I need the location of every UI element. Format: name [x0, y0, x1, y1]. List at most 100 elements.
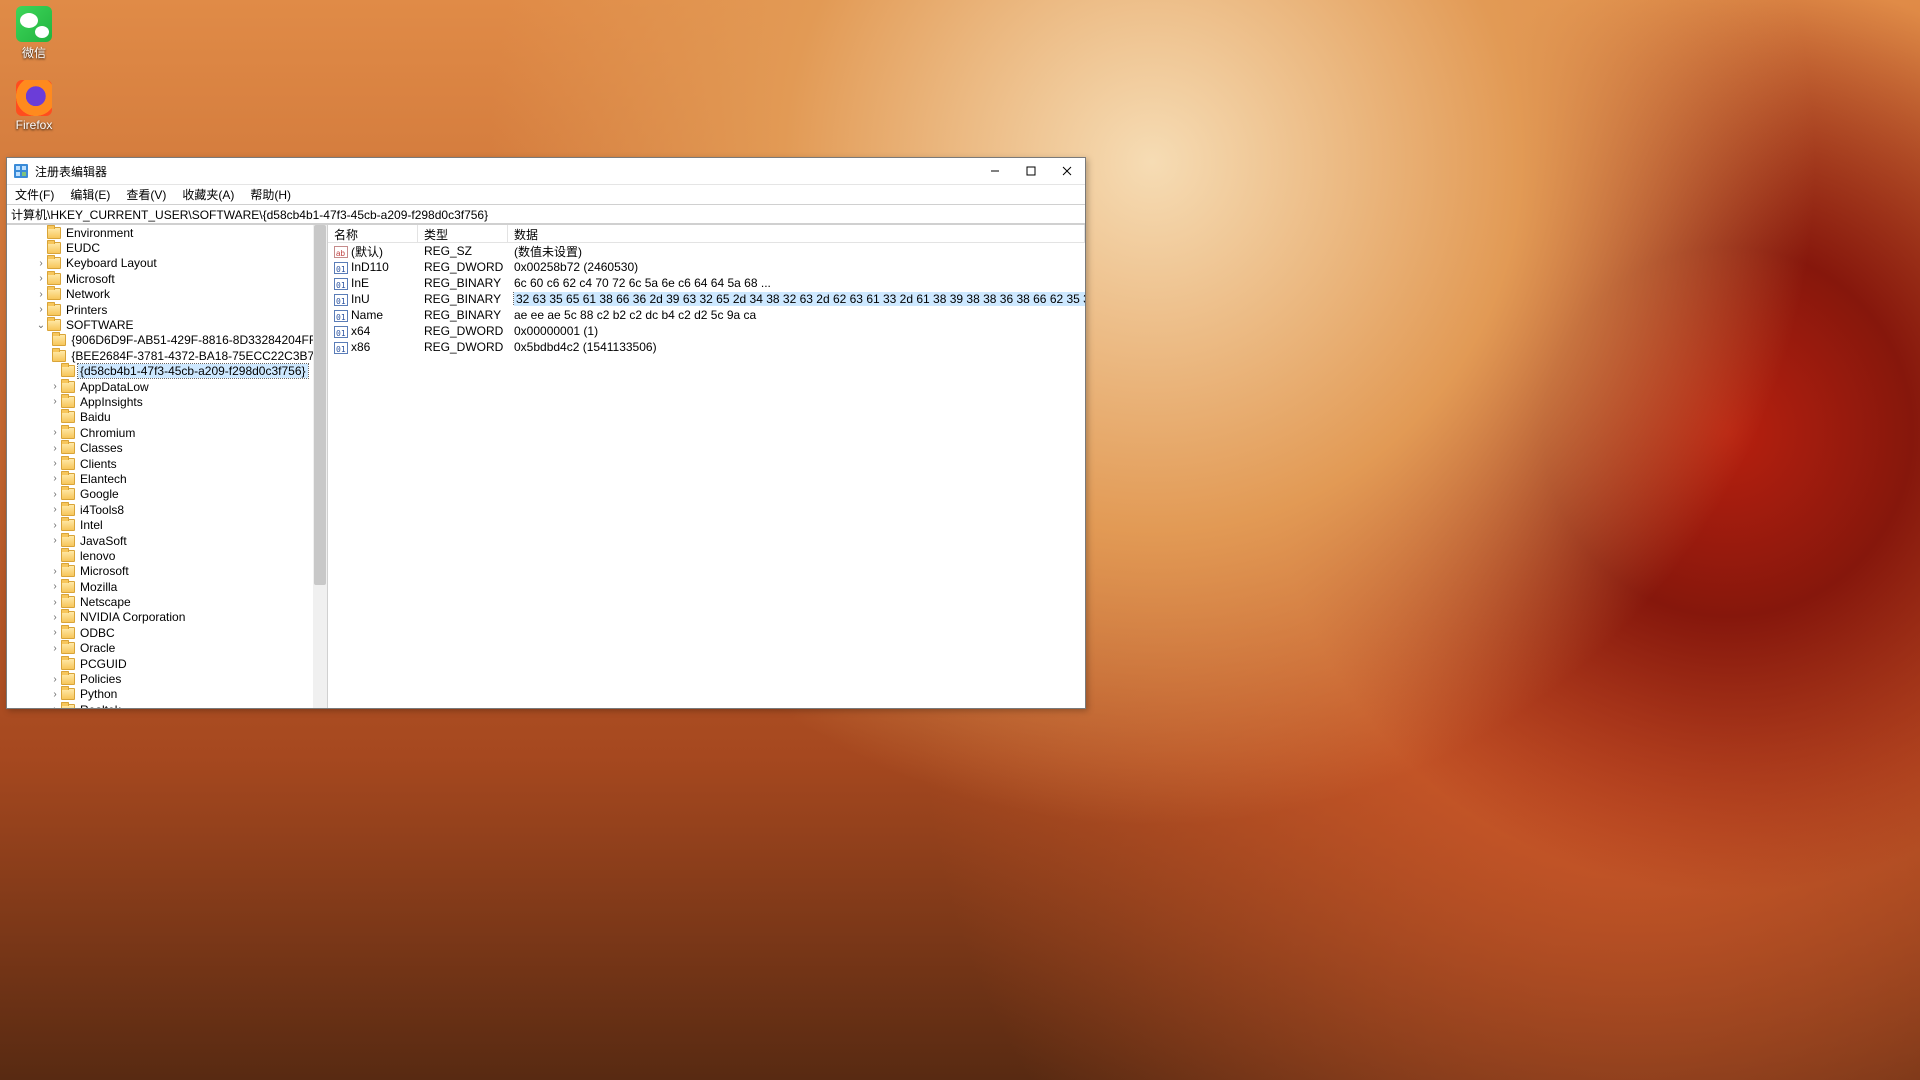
value-row[interactable]: x64REG_DWORD0x00000001 (1)	[328, 323, 1085, 339]
expand-icon[interactable]: ›	[49, 627, 61, 638]
tree-node-label: EUDC	[64, 241, 102, 255]
desktop-icon-wechat[interactable]: 微信	[0, 6, 68, 61]
menu-help[interactable]: 帮助(H)	[248, 186, 293, 203]
tree-node[interactable]: ›JavaSoft	[7, 533, 313, 548]
value-type-cell: REG_BINARY	[418, 308, 508, 322]
tree-node-label: SOFTWARE	[64, 318, 136, 332]
folder-icon	[47, 242, 61, 254]
expand-icon[interactable]: ›	[49, 489, 61, 500]
expand-icon[interactable]: ›	[49, 674, 61, 685]
close-button[interactable]	[1049, 158, 1085, 184]
folder-icon	[61, 611, 75, 623]
menu-favorites[interactable]: 收藏夹(A)	[180, 186, 236, 203]
tree-node[interactable]: ›Clients	[7, 456, 313, 471]
maximize-button[interactable]	[1013, 158, 1049, 184]
expand-icon[interactable]: ›	[49, 396, 61, 407]
tree-node[interactable]: ›Keyboard Layout	[7, 256, 313, 271]
tree-node[interactable]: ›Realtek	[7, 702, 313, 708]
value-name: InE	[351, 276, 369, 290]
tree-node[interactable]: ›Printers	[7, 302, 313, 317]
tree-node[interactable]: ›Baidu	[7, 410, 313, 425]
tree-node[interactable]: › Oracle	[7, 641, 313, 656]
tree-scroll-thumb[interactable]	[314, 225, 326, 585]
tree-node[interactable]: ›Classes	[7, 440, 313, 455]
folder-icon	[61, 488, 75, 500]
expand-icon[interactable]: ›	[49, 689, 61, 700]
expand-icon[interactable]: ›	[49, 704, 61, 708]
tree-node[interactable]: ›Netscape	[7, 594, 313, 609]
tree-scrollbar[interactable]	[313, 225, 327, 708]
tree-node[interactable]: ›AppDataLow	[7, 379, 313, 394]
value-row[interactable]: NameREG_BINARYae ee ae 5c 88 c2 b2 c2 dc…	[328, 307, 1085, 323]
folder-icon	[61, 411, 75, 423]
expand-icon[interactable]: ›	[49, 597, 61, 608]
regedit-icon	[13, 163, 29, 179]
expand-icon[interactable]: ›	[35, 258, 47, 269]
expand-icon[interactable]: ›	[35, 289, 47, 300]
binary-value-icon	[334, 262, 348, 274]
desktop-icon-firefox[interactable]: Firefox	[0, 80, 68, 132]
tree-node[interactable]: ›Python	[7, 687, 313, 702]
expand-icon[interactable]: ›	[35, 273, 47, 284]
expand-icon[interactable]: ›	[49, 612, 61, 623]
tree-node[interactable]: ›Intel	[7, 517, 313, 532]
tree-node-label: Oracle	[78, 641, 117, 655]
value-row[interactable]: InUREG_BINARY32 63 35 65 61 38 66 36 2d …	[328, 291, 1085, 307]
tree-node[interactable]: ›AppInsights	[7, 394, 313, 409]
folder-icon	[61, 673, 75, 685]
tree-node[interactable]: ›NVIDIA Corporation	[7, 610, 313, 625]
expand-icon[interactable]: ›	[49, 504, 61, 515]
expand-icon[interactable]: ›	[49, 427, 61, 438]
expand-icon[interactable]: ›	[49, 643, 61, 654]
collapse-icon[interactable]: ⌄	[35, 320, 47, 331]
values-list[interactable]: (默认)REG_SZ(数值未设置)InD110REG_DWORD0x00258b…	[328, 243, 1085, 708]
desktop-icon-label: 微信	[0, 44, 68, 61]
minimize-button[interactable]	[977, 158, 1013, 184]
tree-node[interactable]: ›lenovo	[7, 548, 313, 563]
column-data[interactable]: 数据	[508, 225, 1085, 242]
tree-node[interactable]: ›i4Tools8	[7, 502, 313, 517]
tree-node[interactable]: ›Google	[7, 487, 313, 502]
expand-icon[interactable]: ›	[49, 520, 61, 531]
tree-node[interactable]: ›EUDC	[7, 240, 313, 255]
menu-view[interactable]: 查看(V)	[124, 186, 168, 203]
titlebar[interactable]: 注册表编辑器	[7, 158, 1085, 184]
tree-node[interactable]: ›Microsoft	[7, 564, 313, 579]
tree-node[interactable]: › Microsoft	[7, 271, 313, 286]
address-bar	[7, 204, 1085, 224]
value-row[interactable]: (默认)REG_SZ(数值未设置)	[328, 243, 1085, 259]
expand-icon[interactable]: ›	[49, 581, 61, 592]
tree-node[interactable]: ›Policies	[7, 671, 313, 686]
expand-icon[interactable]: ›	[35, 304, 47, 315]
tree-node[interactable]: ›PCGUID	[7, 656, 313, 671]
menu-edit[interactable]: 编辑(E)	[68, 186, 112, 203]
column-name[interactable]: 名称	[328, 225, 418, 242]
expand-icon[interactable]: ›	[49, 458, 61, 469]
tree-node[interactable]: ›Elantech	[7, 471, 313, 486]
expand-icon[interactable]: ›	[49, 443, 61, 454]
registry-tree[interactable]: ›Environment›EUDC›Keyboard Layout›Micros…	[7, 225, 313, 708]
tree-node[interactable]: ›{d58cb4b1-47f3-45cb-a209-f298d0c3f756}	[7, 364, 313, 379]
tree-node[interactable]: ›{BEE2684F-3781-4372-BA18-75ECC22C3B70}	[7, 348, 313, 363]
tree-node[interactable]: ›Environment	[7, 225, 313, 240]
tree-node-label: Baidu	[78, 410, 113, 424]
value-row[interactable]: InD110REG_DWORD0x00258b72 (2460530)	[328, 259, 1085, 275]
tree-node-label: Microsoft	[64, 272, 117, 286]
value-row[interactable]: x86REG_DWORD0x5bdbd4c2 (1541133506)	[328, 339, 1085, 355]
address-input[interactable]	[7, 205, 1085, 223]
tree-node[interactable]: ›ODBC	[7, 625, 313, 640]
value-row[interactable]: InEREG_BINARY6c 60 c6 62 c4 70 72 6c 5a …	[328, 275, 1085, 291]
folder-icon	[61, 688, 75, 700]
expand-icon[interactable]: ›	[49, 473, 61, 484]
tree-node[interactable]: ›{906D6D9F-AB51-429F-8816-8D33284204FF}	[7, 333, 313, 348]
tree-node[interactable]: ›Chromium	[7, 425, 313, 440]
tree-node[interactable]: ⌄ SOFTWARE	[7, 317, 313, 332]
expand-icon[interactable]: ›	[49, 535, 61, 546]
tree-node[interactable]: ›Network	[7, 287, 313, 302]
column-type[interactable]: 类型	[418, 225, 508, 242]
expand-icon[interactable]: ›	[49, 566, 61, 577]
tree-node[interactable]: ›Mozilla	[7, 579, 313, 594]
menu-file[interactable]: 文件(F)	[13, 186, 56, 203]
expand-icon[interactable]: ›	[49, 381, 61, 392]
value-data-cell: (数值未设置)	[508, 243, 1085, 260]
